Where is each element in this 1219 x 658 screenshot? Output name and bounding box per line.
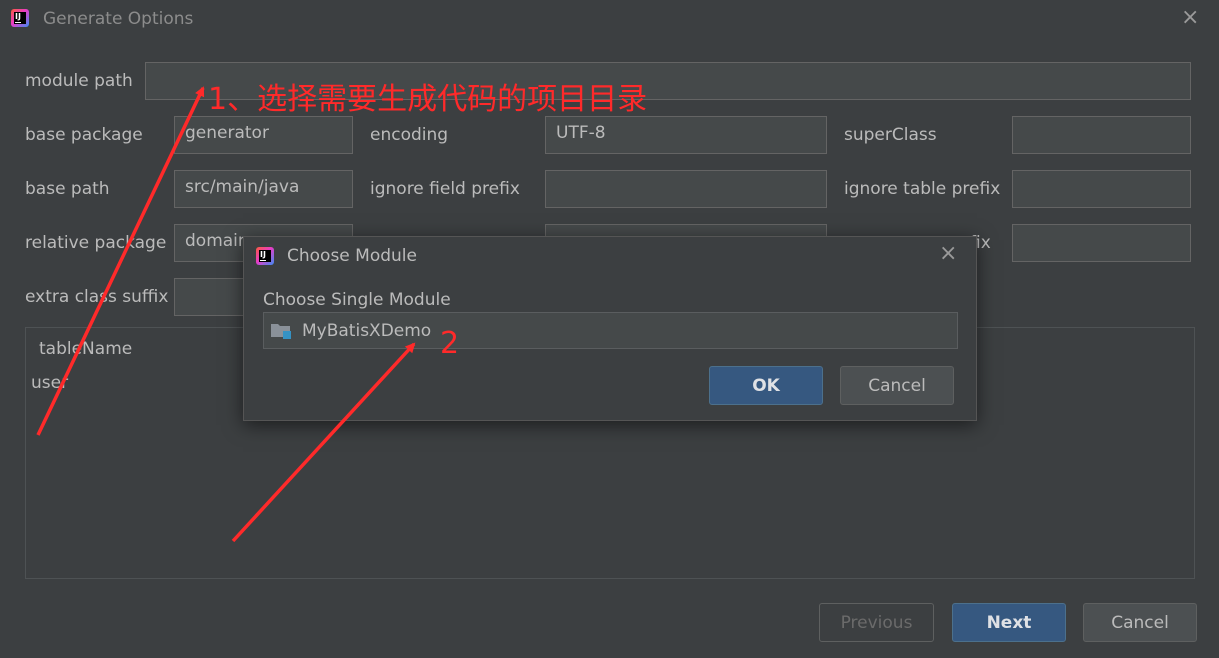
arrow-step1-icon [36, 86, 205, 436]
annotation-step1: 1、选择需要生成代码的项目目录 [208, 82, 648, 117]
annotation-step2: 2 [440, 326, 460, 361]
arrow-step2-icon [231, 342, 416, 543]
